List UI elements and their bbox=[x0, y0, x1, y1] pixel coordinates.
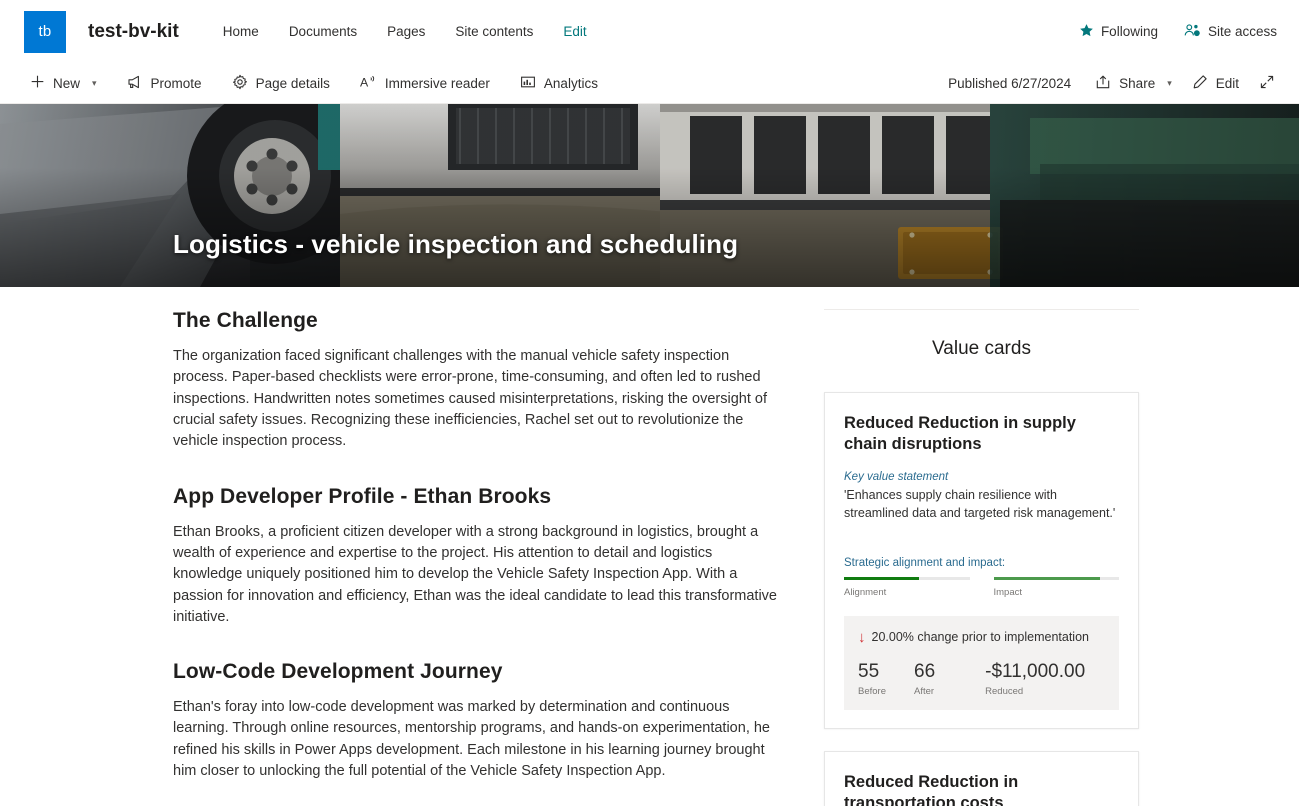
plus-icon bbox=[30, 74, 45, 92]
section-app-developer-profile: App Developer Profile - Ethan Brooks Eth… bbox=[173, 485, 784, 629]
immersive-reader-label: Immersive reader bbox=[384, 75, 490, 91]
nav-item-site-contents[interactable]: Site contents bbox=[455, 24, 533, 39]
section-low-code-development-journey: Low-Code Development Journey Ethan's for… bbox=[173, 660, 784, 782]
alignment-caption: Alignment bbox=[844, 586, 887, 598]
edit-label: Edit bbox=[1215, 75, 1239, 91]
strategic-alignment-label: Strategic alignment and impact: bbox=[844, 556, 1006, 569]
analytics-button[interactable]: Analytics bbox=[516, 69, 608, 98]
page-title: Logistics - vehicle inspection and sched… bbox=[173, 229, 739, 259]
impact-bar-fill bbox=[993, 576, 1101, 580]
following-button[interactable]: Following bbox=[1079, 23, 1158, 41]
section-divider bbox=[824, 309, 1139, 310]
after-label: After bbox=[914, 685, 935, 697]
nav-item-home[interactable]: Home bbox=[223, 24, 259, 39]
metric-after: 66 After bbox=[914, 660, 936, 697]
immersive-reader-icon: A bbox=[360, 74, 377, 93]
value-card-title: Reduced Reduction in transportation cost… bbox=[844, 772, 1019, 806]
following-label: Following bbox=[1100, 24, 1158, 39]
page-details-label: Page details bbox=[255, 75, 330, 91]
value-card[interactable]: Reduced Reduction in supply chain disrup… bbox=[824, 392, 1139, 729]
new-button[interactable]: New ▾ bbox=[26, 69, 107, 97]
value-cards-column: Value cards Reduced Reduction in supply … bbox=[812, 309, 1299, 806]
site-title[interactable]: test-bv-kit bbox=[88, 21, 179, 43]
section-body: Ethan Brooks, a proficient citizen devel… bbox=[173, 523, 777, 625]
people-icon bbox=[1184, 23, 1201, 41]
nav-item-edit[interactable]: Edit bbox=[563, 24, 586, 39]
svg-text:A: A bbox=[360, 75, 369, 89]
gear-icon bbox=[232, 74, 248, 93]
alignment-bar-fill bbox=[844, 576, 920, 580]
impact-bar-track bbox=[993, 576, 1119, 580]
main-content-column: The Challenge The organization faced sig… bbox=[0, 309, 812, 806]
section-body: The organization faced significant chall… bbox=[173, 348, 767, 450]
section-the-challenge: The Challenge The organization faced sig… bbox=[173, 309, 784, 453]
page-details-button[interactable]: Page details bbox=[228, 69, 340, 98]
share-icon bbox=[1095, 74, 1111, 93]
after-value: 66 bbox=[914, 660, 936, 682]
analytics-icon bbox=[520, 74, 536, 93]
site-access-button[interactable]: Site access bbox=[1184, 23, 1277, 41]
key-value-statement-label: Key value statement bbox=[844, 471, 949, 484]
site-access-label: Site access bbox=[1207, 24, 1277, 39]
alignment-bar-track bbox=[844, 576, 970, 580]
impact-caption: Impact bbox=[993, 586, 1023, 598]
alignment-bar-group: Alignment bbox=[844, 576, 970, 598]
reduced-value: -$11,000.00 bbox=[985, 660, 1086, 682]
published-status: Published 6/27/2024 bbox=[948, 75, 1072, 91]
expand-button[interactable] bbox=[1255, 69, 1285, 98]
section-heading: App Developer Profile - Ethan Brooks bbox=[173, 484, 552, 508]
metric-before: 55 Before bbox=[858, 660, 886, 697]
chevron-down-icon[interactable]: ▾ bbox=[92, 78, 97, 89]
command-bar-right: Published 6/27/2024 Share ▾ Edit bbox=[948, 69, 1285, 98]
change-indicator: ↓ 20.00% change prior to implementation bbox=[858, 630, 1105, 645]
before-value: 55 bbox=[858, 660, 880, 682]
before-label: Before bbox=[858, 685, 886, 697]
nav-item-pages[interactable]: Pages bbox=[387, 24, 425, 39]
strategic-bars: Alignment Impact bbox=[844, 576, 1119, 598]
site-navigation: Home Documents Pages Site contents Edit bbox=[223, 24, 587, 39]
reduced-label: Reduced bbox=[985, 685, 1024, 697]
pencil-icon bbox=[1192, 74, 1208, 93]
share-label: Share bbox=[1119, 75, 1156, 91]
analytics-label: Analytics bbox=[543, 75, 598, 91]
metric-reduced: -$11,000.00 Reduced bbox=[985, 660, 1086, 697]
expand-icon bbox=[1259, 74, 1275, 93]
megaphone-icon bbox=[127, 74, 143, 93]
star-icon bbox=[1079, 23, 1094, 41]
chevron-down-icon[interactable]: ▾ bbox=[1167, 78, 1172, 89]
impact-bar-group: Impact bbox=[993, 576, 1119, 598]
nav-item-documents[interactable]: Documents bbox=[289, 24, 357, 39]
section-heading: Low-Code Development Journey bbox=[173, 660, 503, 684]
key-value-statement-text: 'Enhances supply chain resilience with s… bbox=[844, 488, 1116, 520]
page-body: The Challenge The organization faced sig… bbox=[0, 287, 1299, 806]
change-text: 20.00% change prior to implementation bbox=[871, 630, 1090, 645]
immersive-reader-button[interactable]: A Immersive reader bbox=[356, 69, 500, 98]
section-heading: The Challenge bbox=[173, 309, 318, 332]
arrow-down-icon: ↓ bbox=[858, 628, 866, 646]
value-cards-heading: Value cards bbox=[932, 338, 1031, 359]
site-logo[interactable]: tb bbox=[24, 10, 66, 53]
edit-button[interactable]: Edit bbox=[1188, 69, 1249, 98]
command-bar: New ▾ Promote Page details A Immersive r… bbox=[0, 63, 1299, 104]
promote-button[interactable]: Promote bbox=[123, 69, 212, 98]
value-card-title: Reduced Reduction in supply chain disrup… bbox=[844, 414, 1076, 454]
promote-label: Promote bbox=[150, 75, 202, 91]
metric-row: 55 Before 66 After -$11,000.00 Reduced bbox=[858, 660, 1105, 697]
metrics-panel: ↓ 20.00% change prior to implementation … bbox=[844, 615, 1119, 710]
hero-banner: Logistics - vehicle inspection and sched… bbox=[0, 104, 1299, 287]
new-label: New bbox=[53, 75, 81, 91]
share-button[interactable]: Share ▾ bbox=[1091, 69, 1182, 98]
section-body: Ethan's foray into low-code development … bbox=[173, 699, 770, 780]
site-header: tb test-bv-kit Home Documents Pages Site… bbox=[0, 0, 1299, 63]
site-header-actions: Following Site access bbox=[1079, 23, 1283, 41]
value-card[interactable]: Reduced Reduction in transportation cost… bbox=[824, 750, 1139, 806]
